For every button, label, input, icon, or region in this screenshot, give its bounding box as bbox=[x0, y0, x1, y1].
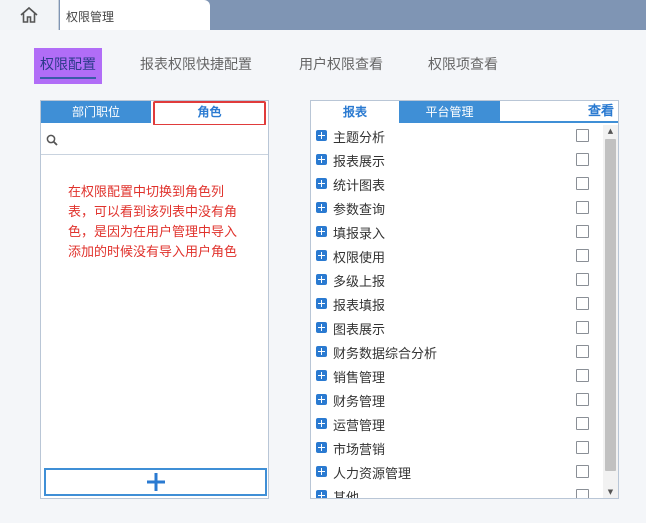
expand-plus-icon[interactable] bbox=[316, 154, 327, 165]
tab-label: 权限管理 bbox=[66, 10, 115, 24]
tree-row[interactable]: 图表展示 bbox=[311, 317, 603, 341]
tree-row-label: 图表展示 bbox=[333, 323, 386, 338]
permission-checkbox[interactable] bbox=[576, 321, 589, 334]
tab-department-position[interactable]: 部门职位 bbox=[41, 101, 151, 123]
tree-row[interactable]: 市场营销 bbox=[311, 437, 603, 461]
expand-plus-icon[interactable] bbox=[316, 298, 327, 309]
tree-row-label: 主题分析 bbox=[333, 131, 386, 146]
tree-row[interactable]: 多级上报 bbox=[311, 269, 603, 293]
expand-plus-icon[interactable] bbox=[316, 394, 327, 405]
view-link[interactable]: 查看 bbox=[588, 101, 614, 123]
tree-row[interactable]: 报表填报 bbox=[311, 293, 603, 317]
subtab-user-permission-view[interactable]: 用户权限查看 bbox=[299, 48, 383, 84]
tree-row-label: 报表展示 bbox=[333, 155, 386, 170]
permission-checkbox[interactable] bbox=[576, 393, 589, 406]
top-tab-strip: 权限管理 bbox=[0, 0, 646, 30]
tree-row-label: 市场营销 bbox=[333, 443, 386, 458]
tree-row[interactable]: 人力资源管理 bbox=[311, 461, 603, 485]
expand-plus-icon[interactable] bbox=[316, 322, 327, 333]
tree-row[interactable]: 主题分析 bbox=[311, 125, 603, 149]
tree-row-label: 销售管理 bbox=[333, 371, 386, 386]
permission-checkbox[interactable] bbox=[576, 345, 589, 358]
right-tab-bar: 报表 平台管理 查看 bbox=[311, 101, 618, 123]
tab-platform-management[interactable]: 平台管理 bbox=[399, 101, 500, 123]
tree-row[interactable]: 其他 bbox=[311, 485, 603, 498]
tree-row-label: 其他 bbox=[333, 487, 359, 498]
home-icon bbox=[20, 6, 38, 23]
tree-row[interactable]: 财务管理 bbox=[311, 389, 603, 413]
permission-checkbox[interactable] bbox=[576, 177, 589, 190]
permission-checkbox[interactable] bbox=[576, 297, 589, 310]
tree-row[interactable]: 销售管理 bbox=[311, 365, 603, 389]
permission-checkbox[interactable] bbox=[576, 129, 589, 142]
highlight-box bbox=[153, 101, 266, 126]
role-panel: 部门职位 角色 在权限配置中切换到角色列表，可以看到该列表中没有角色，是因为在用… bbox=[40, 100, 269, 499]
tree-row-label: 财务数据综合分析 bbox=[333, 347, 438, 362]
tree-row-label: 填报录入 bbox=[333, 227, 386, 242]
subtab-label: 权限配置 bbox=[40, 57, 96, 73]
home-button[interactable] bbox=[0, 0, 59, 30]
scrollbar[interactable]: ▲ ▼ bbox=[603, 125, 618, 498]
tree-row[interactable]: 参数查询 bbox=[311, 197, 603, 221]
permission-checkbox[interactable] bbox=[576, 489, 589, 498]
annotation-note: 在权限配置中切换到角色列表，可以看到该列表中没有角色，是因为在用户管理中导入添加… bbox=[68, 185, 238, 260]
subtab-label: 权限项查看 bbox=[428, 57, 498, 73]
permission-checkbox[interactable] bbox=[576, 369, 589, 382]
scroll-thumb[interactable] bbox=[605, 139, 616, 471]
tree-row-label: 统计图表 bbox=[333, 179, 386, 194]
search-input[interactable] bbox=[41, 125, 268, 155]
search-icon bbox=[46, 134, 58, 146]
tree-row[interactable]: 财务数据综合分析 bbox=[311, 341, 603, 365]
expand-plus-icon[interactable] bbox=[316, 226, 327, 237]
permission-tree-list: 主题分析报表展示统计图表参数查询填报录入权限使用多级上报报表填报图表展示财务数据… bbox=[311, 125, 603, 498]
expand-plus-icon[interactable] bbox=[316, 130, 327, 141]
tree-row[interactable]: 运营管理 bbox=[311, 413, 603, 437]
tree-row[interactable]: 填报录入 bbox=[311, 221, 603, 245]
permission-checkbox[interactable] bbox=[576, 249, 589, 262]
expand-plus-icon[interactable] bbox=[316, 418, 327, 429]
permission-checkbox[interactable] bbox=[576, 465, 589, 478]
active-underline bbox=[40, 77, 96, 79]
subtab-label: 报表权限快捷配置 bbox=[140, 57, 252, 73]
expand-plus-icon[interactable] bbox=[316, 442, 327, 453]
subtab-permission-item-view[interactable]: 权限项查看 bbox=[428, 48, 498, 84]
subtab-permission-config[interactable]: 权限配置 bbox=[34, 48, 102, 84]
expand-plus-icon[interactable] bbox=[316, 466, 327, 477]
scroll-up-arrow[interactable]: ▲ bbox=[603, 125, 618, 137]
expand-plus-icon[interactable] bbox=[316, 490, 327, 498]
tree-row[interactable]: 报表展示 bbox=[311, 149, 603, 173]
tree-row-label: 报表填报 bbox=[333, 299, 386, 314]
subtab-label: 用户权限查看 bbox=[299, 57, 383, 73]
permission-checkbox[interactable] bbox=[576, 417, 589, 430]
subtab-report-quick-config[interactable]: 报表权限快捷配置 bbox=[140, 48, 252, 84]
expand-plus-icon[interactable] bbox=[316, 346, 327, 357]
permission-checkbox[interactable] bbox=[576, 225, 589, 238]
permission-checkbox[interactable] bbox=[576, 441, 589, 454]
permission-panel: 报表 平台管理 查看 主题分析 报表展示 统计图表 参数查询 填报录入 权限使用 多级上报报… bbox=[310, 100, 619, 499]
tree-row[interactable]: 统计图表 bbox=[311, 173, 603, 197]
expand-plus-icon[interactable] bbox=[316, 250, 327, 261]
tree-row-label: 人力资源管理 bbox=[333, 467, 412, 482]
permission-checkbox[interactable] bbox=[576, 201, 589, 214]
tree-row-label: 权限使用 bbox=[333, 251, 386, 266]
add-role-button[interactable] bbox=[44, 468, 267, 496]
expand-plus-icon[interactable] bbox=[316, 274, 327, 285]
permission-checkbox[interactable] bbox=[576, 273, 589, 286]
scroll-down-arrow[interactable]: ▼ bbox=[603, 486, 618, 498]
expand-plus-icon[interactable] bbox=[316, 178, 327, 189]
tree-row-label: 运营管理 bbox=[333, 419, 386, 434]
tree-row[interactable]: 权限使用 bbox=[311, 245, 603, 269]
tree-row-label: 财务管理 bbox=[333, 395, 386, 410]
permission-checkbox[interactable] bbox=[576, 153, 589, 166]
tab-permission-management[interactable]: 权限管理 bbox=[60, 0, 210, 30]
expand-plus-icon[interactable] bbox=[316, 202, 327, 213]
tree-row-label: 参数查询 bbox=[333, 203, 386, 218]
plus-icon bbox=[146, 473, 165, 491]
tree-row-label: 多级上报 bbox=[333, 275, 386, 290]
tab-report[interactable]: 报表 bbox=[311, 101, 399, 123]
expand-plus-icon[interactable] bbox=[316, 370, 327, 381]
